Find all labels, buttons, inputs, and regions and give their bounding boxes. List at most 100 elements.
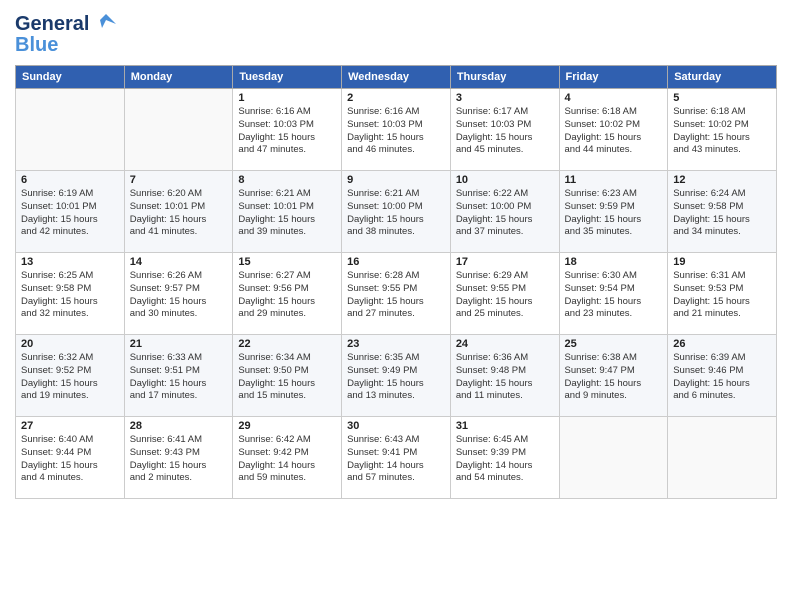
day-number: 7 <box>130 174 228 186</box>
day-number: 29 <box>238 420 336 432</box>
day-info: Sunrise: 6:19 AM Sunset: 10:01 PM Daylig… <box>21 188 119 239</box>
day-info: Sunrise: 6:17 AM Sunset: 10:03 PM Daylig… <box>456 106 554 157</box>
calendar-cell: 19 Sunrise: 6:31 AM Sunset: 9:53 PM Dayli… <box>668 253 777 335</box>
calendar-cell <box>16 89 125 171</box>
calendar-cell: 14 Sunrise: 6:26 AM Sunset: 9:57 PM Dayli… <box>124 253 233 335</box>
day-info: Sunrise: 6:45 AM Sunset: 9:39 PM Dayligh… <box>456 434 554 485</box>
calendar-cell: 26 Sunrise: 6:39 AM Sunset: 9:46 PM Dayli… <box>668 335 777 417</box>
day-number: 12 <box>673 174 771 186</box>
day-number: 24 <box>456 338 554 350</box>
calendar-week-row: 6 Sunrise: 6:19 AM Sunset: 10:01 PM Dayli… <box>16 171 777 253</box>
day-number: 30 <box>347 420 445 432</box>
calendar-cell: 24 Sunrise: 6:36 AM Sunset: 9:48 PM Dayli… <box>450 335 559 417</box>
day-info: Sunrise: 6:21 AM Sunset: 10:01 PM Daylig… <box>238 188 336 239</box>
calendar-cell: 27Sunrise: 6:40 AM Sunset: 9:44 PM Dayli… <box>16 417 125 499</box>
calendar-cell: 28 Sunrise: 6:41 AM Sunset: 9:43 PM Dayli… <box>124 417 233 499</box>
day-info: Sunrise: 6:16 AM Sunset: 10:03 PM Daylig… <box>238 106 336 157</box>
calendar-cell: 8 Sunrise: 6:21 AM Sunset: 10:01 PM Dayli… <box>233 171 342 253</box>
day-info: Sunrise: 6:32 AM Sunset: 9:52 PM Dayligh… <box>21 352 119 403</box>
logo-blue: Blue <box>15 34 58 57</box>
calendar-cell: 31 Sunrise: 6:45 AM Sunset: 9:39 PM Dayli… <box>450 417 559 499</box>
calendar-cell: 30 Sunrise: 6:43 AM Sunset: 9:41 PM Dayli… <box>342 417 451 499</box>
calendar-cell: 15Sunrise: 6:27 AM Sunset: 9:56 PM Dayli… <box>233 253 342 335</box>
day-info: Sunrise: 6:31 AM Sunset: 9:53 PM Dayligh… <box>673 270 771 321</box>
day-number: 31 <box>456 420 554 432</box>
calendar-cell <box>668 417 777 499</box>
calendar-cell: 6 Sunrise: 6:19 AM Sunset: 10:01 PM Dayli… <box>16 171 125 253</box>
calendar-cell: 21 Sunrise: 6:33 AM Sunset: 9:51 PM Dayli… <box>124 335 233 417</box>
calendar-table: SundayMondayTuesdayWednesdayThursdayFrid… <box>15 65 777 499</box>
logo: General Blue <box>15 10 120 57</box>
weekday-header-thursday: Thursday <box>450 66 559 89</box>
day-number: 11 <box>565 174 663 186</box>
calendar-header-row: SundayMondayTuesdayWednesdayThursdayFrid… <box>16 66 777 89</box>
day-number: 13 <box>21 256 119 268</box>
day-info: Sunrise: 6:20 AM Sunset: 10:01 PM Daylig… <box>130 188 228 239</box>
weekday-header-sunday: Sunday <box>16 66 125 89</box>
calendar-cell: 17 Sunrise: 6:29 AM Sunset: 9:55 PM Dayli… <box>450 253 559 335</box>
day-info: Sunrise: 6:24 AM Sunset: 9:58 PM Dayligh… <box>673 188 771 239</box>
calendar-cell: 13Sunrise: 6:25 AM Sunset: 9:58 PM Dayli… <box>16 253 125 335</box>
day-number: 21 <box>130 338 228 350</box>
day-number: 17 <box>456 256 554 268</box>
day-number: 25 <box>565 338 663 350</box>
day-number: 14 <box>130 256 228 268</box>
day-info: Sunrise: 6:39 AM Sunset: 9:46 PM Dayligh… <box>673 352 771 403</box>
day-info: Sunrise: 6:18 AM Sunset: 10:02 PM Daylig… <box>565 106 663 157</box>
calendar-cell: 23 Sunrise: 6:35 AM Sunset: 9:49 PM Dayli… <box>342 335 451 417</box>
calendar-cell <box>559 417 668 499</box>
calendar-cell <box>124 89 233 171</box>
day-number: 3 <box>456 92 554 104</box>
weekday-header-wednesday: Wednesday <box>342 66 451 89</box>
day-number: 27 <box>21 420 119 432</box>
calendar-cell: 12 Sunrise: 6:24 AM Sunset: 9:58 PM Dayli… <box>668 171 777 253</box>
logo-general: General <box>15 13 89 36</box>
calendar-cell: 10 Sunrise: 6:22 AM Sunset: 10:00 PM Dayl… <box>450 171 559 253</box>
calendar-cell: 25 Sunrise: 6:38 AM Sunset: 9:47 PM Dayli… <box>559 335 668 417</box>
day-number: 19 <box>673 256 771 268</box>
calendar-week-row: 13Sunrise: 6:25 AM Sunset: 9:58 PM Dayli… <box>16 253 777 335</box>
calendar-cell: 18Sunrise: 6:30 AM Sunset: 9:54 PM Dayli… <box>559 253 668 335</box>
day-number: 5 <box>673 92 771 104</box>
calendar-cell: 20Sunrise: 6:32 AM Sunset: 9:52 PM Dayli… <box>16 335 125 417</box>
day-number: 15 <box>238 256 336 268</box>
day-number: 22 <box>238 338 336 350</box>
day-number: 28 <box>130 420 228 432</box>
day-info: Sunrise: 6:21 AM Sunset: 10:00 PM Daylig… <box>347 188 445 239</box>
day-number: 6 <box>21 174 119 186</box>
day-info: Sunrise: 6:29 AM Sunset: 9:55 PM Dayligh… <box>456 270 554 321</box>
calendar-cell: 3 Sunrise: 6:17 AM Sunset: 10:03 PM Dayli… <box>450 89 559 171</box>
day-info: Sunrise: 6:28 AM Sunset: 9:55 PM Dayligh… <box>347 270 445 321</box>
day-number: 16 <box>347 256 445 268</box>
weekday-header-saturday: Saturday <box>668 66 777 89</box>
calendar-cell: 2Sunrise: 6:16 AM Sunset: 10:03 PM Dayli… <box>342 89 451 171</box>
day-info: Sunrise: 6:33 AM Sunset: 9:51 PM Dayligh… <box>130 352 228 403</box>
logo-bird-icon <box>92 10 120 38</box>
calendar-cell: 7 Sunrise: 6:20 AM Sunset: 10:01 PM Dayli… <box>124 171 233 253</box>
day-info: Sunrise: 6:34 AM Sunset: 9:50 PM Dayligh… <box>238 352 336 403</box>
day-number: 1 <box>238 92 336 104</box>
calendar-cell: 11Sunrise: 6:23 AM Sunset: 9:59 PM Dayli… <box>559 171 668 253</box>
day-info: Sunrise: 6:16 AM Sunset: 10:03 PM Daylig… <box>347 106 445 157</box>
day-info: Sunrise: 6:30 AM Sunset: 9:54 PM Dayligh… <box>565 270 663 321</box>
day-info: Sunrise: 6:26 AM Sunset: 9:57 PM Dayligh… <box>130 270 228 321</box>
day-number: 9 <box>347 174 445 186</box>
day-number: 23 <box>347 338 445 350</box>
calendar-cell: 29Sunrise: 6:42 AM Sunset: 9:42 PM Dayli… <box>233 417 342 499</box>
day-info: Sunrise: 6:22 AM Sunset: 10:00 PM Daylig… <box>456 188 554 239</box>
day-number: 8 <box>238 174 336 186</box>
day-info: Sunrise: 6:41 AM Sunset: 9:43 PM Dayligh… <box>130 434 228 485</box>
page-container: General Blue SundayMondayTuesdayWednesda… <box>0 0 792 509</box>
calendar-cell: 4 Sunrise: 6:18 AM Sunset: 10:02 PM Dayli… <box>559 89 668 171</box>
day-number: 26 <box>673 338 771 350</box>
day-info: Sunrise: 6:43 AM Sunset: 9:41 PM Dayligh… <box>347 434 445 485</box>
day-number: 10 <box>456 174 554 186</box>
weekday-header-tuesday: Tuesday <box>233 66 342 89</box>
day-info: Sunrise: 6:36 AM Sunset: 9:48 PM Dayligh… <box>456 352 554 403</box>
day-info: Sunrise: 6:35 AM Sunset: 9:49 PM Dayligh… <box>347 352 445 403</box>
calendar-cell: 22 Sunrise: 6:34 AM Sunset: 9:50 PM Dayli… <box>233 335 342 417</box>
calendar-cell: 1 Sunrise: 6:16 AM Sunset: 10:03 PM Dayli… <box>233 89 342 171</box>
weekday-header-monday: Monday <box>124 66 233 89</box>
day-info: Sunrise: 6:38 AM Sunset: 9:47 PM Dayligh… <box>565 352 663 403</box>
day-number: 4 <box>565 92 663 104</box>
